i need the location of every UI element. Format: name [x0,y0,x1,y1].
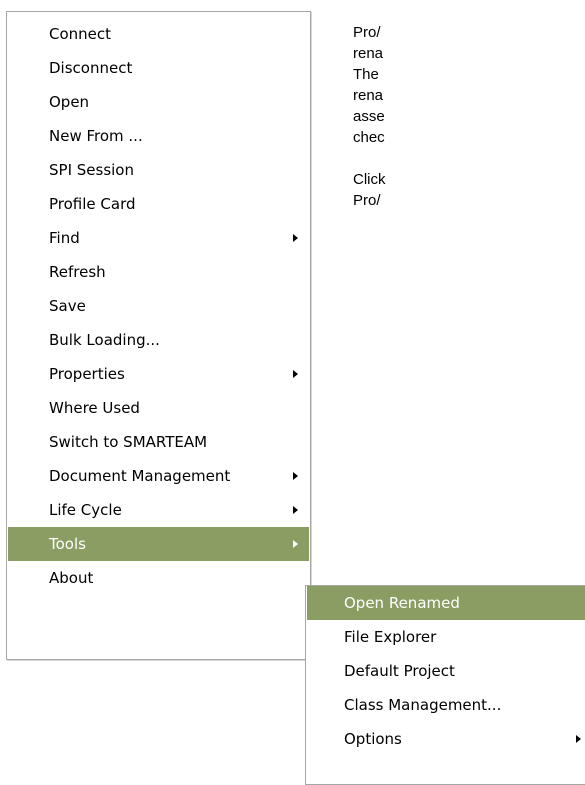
submenu-item-label: Default Project [344,662,455,680]
menu-item-label: Document Management [49,467,231,485]
menu-item-label: New From ... [49,127,143,145]
submenu-arrow-icon [293,506,298,514]
submenu-arrow-icon [293,234,298,242]
menu-item-find[interactable]: Find [8,221,309,255]
menu-item-disconnect[interactable]: Disconnect [8,51,309,85]
menu-item-bulk-loading[interactable]: Bulk Loading... [8,323,309,357]
menu-item-label: Find [49,229,80,247]
submenu-item-class-management[interactable]: Class Management... [307,688,585,722]
submenu-arrow-icon [293,370,298,378]
submenu-item-options[interactable]: Options [307,722,585,756]
submenu-item-file-explorer[interactable]: File Explorer [307,620,585,654]
menu-item-label: Tools [49,535,86,553]
menu-item-properties[interactable]: Properties [8,357,309,391]
submenu-item-open-renamed[interactable]: Open Renamed [307,586,585,620]
document-text: Pro/ rena The rena asse chec Click Pro/ [353,22,585,211]
menu-item-label: Life Cycle [49,501,122,519]
menu-item-label: Refresh [49,263,106,281]
menu-item-label: Where Used [49,399,140,417]
submenu-arrow-icon [293,472,298,480]
text-line: rena [353,87,384,104]
menu-item-label: Open [49,93,90,111]
menu-item-label: Connect [49,25,112,43]
submenu-arrow-icon [576,735,581,743]
submenu-item-default-project[interactable]: Default Project [307,654,585,688]
text-line: chec [353,129,385,146]
menu-item-label: Profile Card [49,195,136,213]
tools-submenu: Open Renamed File Explorer Default Proje… [305,585,585,785]
menu-item-life-cycle[interactable]: Life Cycle [8,493,309,527]
menu-item-save[interactable]: Save [8,289,309,323]
menu-item-label: SPI Session [49,161,134,179]
submenu-item-label: Class Management... [344,696,502,714]
submenu-item-label: Open Renamed [344,594,460,612]
text-line: Pro/ [353,24,381,41]
menu-item-where-used[interactable]: Where Used [8,391,309,425]
menu-item-connect[interactable]: Connect [8,17,309,51]
menu-item-tools[interactable]: Tools [8,527,309,561]
menu-item-label: Disconnect [49,59,133,77]
context-menu: Connect Disconnect Open New From ... SPI… [6,11,311,660]
menu-item-open[interactable]: Open [8,85,309,119]
menu-item-label: About [49,569,94,587]
text-line: asse [353,108,385,125]
menu-item-about[interactable]: About [8,561,309,595]
menu-item-label: Save [49,297,86,315]
menu-item-refresh[interactable]: Refresh [8,255,309,289]
menu-item-new-from[interactable]: New From ... [8,119,309,153]
text-line: rena [353,45,384,62]
submenu-item-label: Options [344,730,402,748]
text-line: The [353,66,379,83]
menu-item-document-management[interactable]: Document Management [8,459,309,493]
menu-item-profile-card[interactable]: Profile Card [8,187,309,221]
menu-item-label: Bulk Loading... [49,331,160,349]
text-line: Click [353,171,386,188]
menu-item-switch-to-smarteam[interactable]: Switch to SMARTEAM [8,425,309,459]
menu-item-label: Properties [49,365,125,383]
submenu-arrow-icon [293,540,298,548]
text-line: Pro/ [353,192,381,209]
submenu-item-label: File Explorer [344,628,437,646]
menu-item-spi-session[interactable]: SPI Session [8,153,309,187]
menu-item-label: Switch to SMARTEAM [49,433,208,451]
